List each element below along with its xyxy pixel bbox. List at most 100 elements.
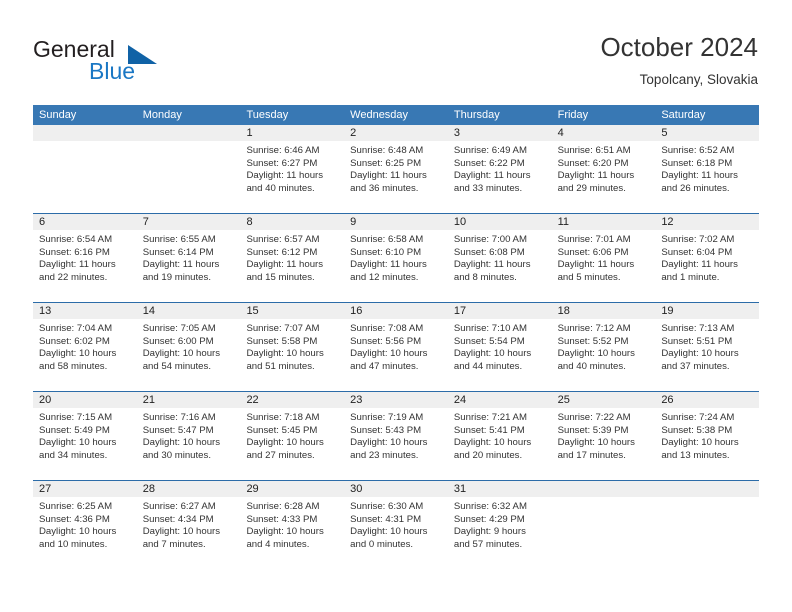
calendar-day-cell[interactable]: 14 Sunrise: 7:05 AM Sunset: 6:00 PM Dayligh… <box>136 303 241 391</box>
calendar-day-cell[interactable]: 18 Sunrise: 7:12 AM Sunset: 5:52 PM Dayligh… <box>551 303 656 391</box>
page-header: General Blue October 2024 Topolcany, Slo… <box>0 0 792 103</box>
day-detail-line: Sunrise: 7:15 AM <box>39 412 113 423</box>
calendar-day-cell[interactable]: 25 Sunrise: 7:22 AM Sunset: 5:39 PM Dayligh… <box>551 392 656 480</box>
day-detail-line: Sunset: 6:16 PM <box>39 246 110 258</box>
day-detail-line: Sunset: 4:33 PM <box>246 513 318 525</box>
week-cells: 20 Sunrise: 7:15 AM Sunset: 5:49 PM Dayligh… <box>33 392 760 480</box>
day-details: Sunrise: 6:52 AM Sunset: 6:18 PM Daylight:… <box>655 141 760 196</box>
calendar-day-cell[interactable]: 16 Sunrise: 7:08 AM Sunset: 5:56 PM Dayligh… <box>344 303 448 391</box>
calendar-day-cell[interactable]: 23 Sunrise: 7:19 AM Sunset: 5:43 PM Dayligh… <box>344 392 448 480</box>
day-detail-line: Sunrise: 7:10 AM <box>453 323 527 334</box>
day-detail-line: Sunrise: 6:57 AM <box>246 234 320 245</box>
day-detail-line: and 57 minutes. <box>453 538 523 550</box>
day-details: Sunrise: 7:08 AM Sunset: 5:56 PM Daylight:… <box>344 319 448 374</box>
calendar-day-cell[interactable]: 19 Sunrise: 7:13 AM Sunset: 5:51 PM Dayligh… <box>655 303 760 391</box>
day-detail-line: Daylight: 10 hours <box>350 348 428 360</box>
day-details: Sunrise: 7:07 AM Sunset: 5:58 PM Daylight:… <box>240 319 345 374</box>
day-number: 10 <box>447 214 552 230</box>
day-detail-line: Daylight: 11 hours <box>246 170 324 182</box>
day-detail-line: Sunrise: 7:24 AM <box>661 412 735 423</box>
day-detail-line: Sunset: 5:58 PM <box>246 335 318 347</box>
calendar-day-cell[interactable]: 29 Sunrise: 6:28 AM Sunset: 4:33 PM Dayligh… <box>240 481 345 569</box>
day-detail-line: Sunset: 4:29 PM <box>453 513 525 525</box>
day-number: 28 <box>136 481 241 497</box>
day-detail-line: Daylight: 11 hours <box>557 259 635 271</box>
calendar-day-cell[interactable]: 7 Sunrise: 6:55 AM Sunset: 6:14 PM Daylight… <box>136 214 241 302</box>
day-number: 4 <box>551 125 656 141</box>
day-details: Sunrise: 7:15 AM Sunset: 5:49 PM Daylight:… <box>33 408 137 463</box>
day-detail-line: Daylight: 10 hours <box>246 348 324 360</box>
calendar-day-cell[interactable]: 11 Sunrise: 7:01 AM Sunset: 6:06 PM Dayligh… <box>551 214 656 302</box>
calendar-day-cell[interactable]: 21 Sunrise: 7:16 AM Sunset: 5:47 PM Dayligh… <box>136 392 241 480</box>
calendar-day-cell[interactable]: 13 Sunrise: 7:04 AM Sunset: 6:02 PM Dayligh… <box>33 303 137 391</box>
day-number: 11 <box>551 214 656 230</box>
calendar-day-cell[interactable]: 8 Sunrise: 6:57 AM Sunset: 6:12 PM Daylight… <box>240 214 345 302</box>
day-detail-line: Sunrise: 7:08 AM <box>350 323 424 334</box>
calendar-day-cell[interactable]: 28 Sunrise: 6:27 AM Sunset: 4:34 PM Dayligh… <box>136 481 241 569</box>
day-detail-line: Sunset: 5:41 PM <box>453 424 525 436</box>
day-detail-line: and 22 minutes. <box>39 271 108 283</box>
day-detail-line: Daylight: 10 hours <box>142 348 221 360</box>
day-detail-line: Daylight: 11 hours <box>557 170 635 182</box>
calendar-day-cell[interactable]: 10 Sunrise: 7:00 AM Sunset: 6:08 PM Dayligh… <box>447 214 552 302</box>
day-details: Sunrise: 7:12 AM Sunset: 5:52 PM Daylight:… <box>551 319 656 374</box>
day-detail-line: and 1 minute. <box>661 271 720 283</box>
calendar-day-cell[interactable]: 2 Sunrise: 6:48 AM Sunset: 6:25 PM Daylight… <box>344 125 448 213</box>
calendar-day-cell[interactable]: 22 Sunrise: 7:18 AM Sunset: 5:45 PM Dayligh… <box>240 392 345 480</box>
calendar-day-cell[interactable]: 30 Sunrise: 6:30 AM Sunset: 4:31 PM Dayligh… <box>344 481 448 569</box>
day-detail-line: Sunrise: 6:27 AM <box>142 501 216 512</box>
day-detail-line: Sunset: 6:12 PM <box>246 246 318 258</box>
calendar-day-cell[interactable]: 4 Sunrise: 6:51 AM Sunset: 6:20 PM Daylight… <box>551 125 656 213</box>
calendar-day-cell[interactable]: 24 Sunrise: 7:21 AM Sunset: 5:41 PM Dayligh… <box>447 392 552 480</box>
day-detail-line: and 40 minutes. <box>557 360 626 372</box>
calendar-page: General Blue October 2024 Topolcany, Slo… <box>0 0 792 612</box>
day-detail-line: Sunset: 6:08 PM <box>453 246 525 258</box>
calendar-day-cell[interactable]: 6 Sunrise: 6:54 AM Sunset: 6:16 PM Daylight… <box>33 214 137 302</box>
day-number: 31 <box>447 481 552 497</box>
day-number: 29 <box>240 481 345 497</box>
calendar-day-cell[interactable]: 26 Sunrise: 7:24 AM Sunset: 5:38 PM Dayligh… <box>655 392 760 480</box>
day-detail-line: and 44 minutes. <box>453 360 523 372</box>
calendar-day-cell[interactable]: 20 Sunrise: 7:15 AM Sunset: 5:49 PM Dayligh… <box>33 392 137 480</box>
day-detail-line: and 10 minutes. <box>39 538 108 550</box>
day-detail-line: and 40 minutes. <box>246 182 315 194</box>
day-detail-line: Sunrise: 6:51 AM <box>557 145 631 156</box>
day-detail-line: Sunset: 6:27 PM <box>246 157 318 169</box>
day-detail-line: and 23 minutes. <box>350 449 419 461</box>
calendar-day-cell[interactable]: 31 Sunrise: 6:32 AM Sunset: 4:29 PM Dayligh… <box>447 481 552 569</box>
day-detail-line: Daylight: 10 hours <box>39 526 117 538</box>
calendar-day-cell[interactable]: 17 Sunrise: 7:10 AM Sunset: 5:54 PM Dayligh… <box>447 303 552 391</box>
calendar-day-cell-empty <box>551 481 656 569</box>
day-details: Sunrise: 7:19 AM Sunset: 5:43 PM Daylight:… <box>344 408 448 463</box>
brand-logo[interactable]: General Blue <box>33 36 213 86</box>
day-details: Sunrise: 7:24 AM Sunset: 5:38 PM Daylight:… <box>655 408 760 463</box>
weekday-header-monday: Monday <box>142 109 182 121</box>
calendar-day-cell[interactable]: 27 Sunrise: 6:25 AM Sunset: 4:36 PM Dayligh… <box>33 481 137 569</box>
day-detail-line: Daylight: 11 hours <box>142 259 220 271</box>
day-detail-line: Daylight: 11 hours <box>661 259 738 271</box>
day-detail-line: Sunset: 4:34 PM <box>142 513 214 525</box>
day-detail-line: Sunset: 5:43 PM <box>350 424 422 436</box>
calendar-day-cell-empty <box>136 125 241 213</box>
day-details: Sunrise: 7:16 AM Sunset: 5:47 PM Daylight:… <box>136 408 241 463</box>
day-detail-line: and 30 minutes. <box>142 449 211 461</box>
calendar-day-cell[interactable]: 3 Sunrise: 6:49 AM Sunset: 6:22 PM Daylight… <box>447 125 552 213</box>
day-detail-line: Daylight: 10 hours <box>39 348 117 360</box>
day-number: 8 <box>240 214 345 230</box>
day-number: 3 <box>447 125 552 141</box>
calendar-day-cell[interactable]: 1 Sunrise: 6:46 AM Sunset: 6:27 PM Daylight… <box>240 125 345 213</box>
calendar-day-cell[interactable]: 12 Sunrise: 7:02 AM Sunset: 6:04 PM Dayligh… <box>655 214 760 302</box>
day-detail-line: Sunset: 6:14 PM <box>142 246 214 258</box>
day-detail-line: Daylight: 10 hours <box>453 437 532 449</box>
calendar-day-cell[interactable]: 9 Sunrise: 6:58 AM Sunset: 6:10 PM Daylight… <box>344 214 448 302</box>
calendar-day-cell[interactable]: 5 Sunrise: 6:52 AM Sunset: 6:18 PM Daylight… <box>655 125 760 213</box>
day-detail-line: Sunrise: 7:19 AM <box>350 412 424 423</box>
day-details: Sunrise: 6:28 AM Sunset: 4:33 PM Daylight:… <box>240 497 345 552</box>
calendar-day-cell[interactable]: 15 Sunrise: 7:07 AM Sunset: 5:58 PM Dayligh… <box>240 303 345 391</box>
day-detail-line: Daylight: 11 hours <box>246 259 324 271</box>
day-detail-line: and 27 minutes. <box>246 449 315 461</box>
day-number <box>136 125 241 141</box>
day-detail-line: Daylight: 11 hours <box>350 259 427 271</box>
day-details: Sunrise: 6:32 AM Sunset: 4:29 PM Daylight:… <box>447 497 552 552</box>
day-number <box>33 125 137 141</box>
